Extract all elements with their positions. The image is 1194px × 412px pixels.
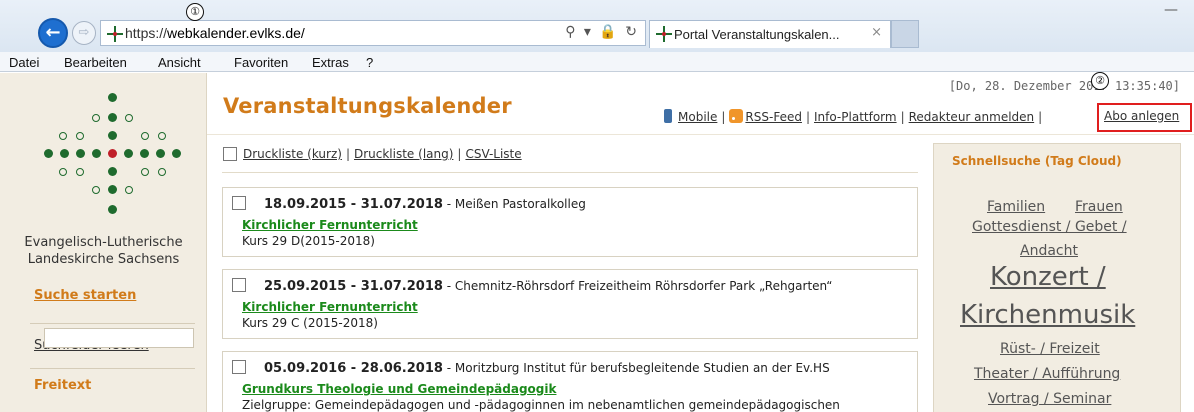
forward-arrow-icon: ⇨: [78, 25, 90, 40]
event-subtitle: Kurs 29 D(2015-2018): [242, 234, 375, 248]
org-name-line-2: Landeskirche Sachsens: [27, 252, 180, 267]
url-host: webkalender.evlks.de/: [167, 25, 305, 41]
info-platform-link[interactable]: Info-Plattform: [814, 110, 897, 124]
rss-feed-link[interactable]: RSS-Feed: [745, 110, 802, 124]
tag-cloud-title: Schnellsuche (Tag Cloud): [952, 154, 1122, 168]
org-name-line-1: Evangelisch-Lutherische: [24, 235, 183, 250]
back-button[interactable]: ←: [38, 18, 68, 48]
tag-cloud-panel: Schnellsuche (Tag Cloud) Familien Frauen…: [933, 143, 1181, 412]
event-checkbox[interactable]: [232, 360, 246, 374]
tag-theater[interactable]: Theater / Aufführung: [974, 366, 1120, 382]
tag-kirchenmusik[interactable]: Kirchenmusik: [960, 300, 1135, 330]
header-links: Mobile | RSS-Feed | Info-Plattform | Redakteur…: [664, 109, 1046, 124]
address-bar[interactable]: https://webkalender.evlks.de/ ⚲ ▾ 🔒 ↻: [100, 20, 646, 46]
tag-ruest-freizeit[interactable]: Rüst- / Freizeit: [1000, 341, 1100, 357]
page-title: Veranstaltungskalender: [223, 94, 512, 118]
back-arrow-icon: ←: [45, 22, 61, 43]
search-start-link[interactable]: Suche starten: [34, 288, 136, 303]
header-divider: [207, 134, 1194, 135]
tag-konzert[interactable]: Konzert /: [990, 262, 1106, 292]
event-dates: 05.09.2016 - 28.06.2018: [264, 361, 443, 376]
sidebar: Evangelisch-Lutherische Landeskirche Sac…: [0, 73, 207, 412]
menu-favoriten[interactable]: Favoriten: [234, 55, 288, 70]
close-icon[interactable]: ×: [871, 25, 882, 40]
content-divider: [222, 172, 918, 173]
csv-list-link[interactable]: CSV-Liste: [465, 147, 521, 161]
menu-extras[interactable]: Extras: [312, 55, 349, 70]
event-header: 05.09.2016 - 28.06.2018 - Moritzburg Ins…: [264, 361, 830, 376]
menu-datei[interactable]: Datei: [9, 55, 39, 70]
event-title-link[interactable]: Kirchlicher Fernunterricht: [242, 218, 418, 232]
print-short-link[interactable]: Druckliste (kurz): [243, 147, 342, 161]
menu-ansicht[interactable]: Ansicht: [158, 55, 201, 70]
event-location: - Meißen Pastoralkolleg: [442, 197, 586, 211]
url-text[interactable]: https://webkalender.evlks.de/: [125, 25, 305, 41]
event-header: 18.09.2015 - 31.07.2018 - Meißen Pastora…: [264, 197, 586, 212]
browser-nav-row: ← ⇨ https://webkalender.evlks.de/ ⚲ ▾ 🔒 …: [0, 0, 1194, 52]
editor-login-link[interactable]: Redakteur anmelden: [909, 110, 1035, 124]
callout-1: ①: [186, 3, 204, 21]
minimize-icon[interactable]: —: [1164, 2, 1178, 18]
event-title-link[interactable]: Kirchlicher Fernunterricht: [242, 300, 418, 314]
event-card: 05.09.2016 - 28.06.2018 - Moritzburg Ins…: [222, 351, 918, 412]
site-favicon-icon: [107, 26, 123, 42]
browser-menu-bar: Datei Bearbeiten Ansicht Favoriten Extra…: [0, 52, 1194, 72]
tag-gottesdienst[interactable]: Gottesdienst / Gebet /: [972, 219, 1127, 235]
tag-vortrag[interactable]: Vortrag / Seminar: [988, 391, 1111, 407]
event-subtitle: Kurs 29 C (2015-2018): [242, 316, 378, 330]
sidebar-divider: [30, 368, 195, 369]
mobile-phone-icon: [664, 109, 672, 123]
address-tools-icons[interactable]: ⚲ ▾ 🔒 ↻: [565, 24, 639, 40]
tag-andacht[interactable]: Andacht: [1020, 243, 1078, 259]
tab-portal[interactable]: Portal Veranstaltungskalen... ×: [649, 20, 891, 48]
mobile-link[interactable]: Mobile: [678, 110, 717, 124]
tab-title: Portal Veranstaltungskalen...: [674, 27, 840, 42]
event-dates: 18.09.2015 - 31.07.2018: [264, 197, 443, 212]
callout-2: ②: [1091, 72, 1109, 90]
select-all-checkbox[interactable]: [223, 147, 237, 161]
event-location: - Chemnitz-Röhrsdorf Freizeitheim Röhrsd…: [442, 279, 833, 293]
new-tab-button[interactable]: [891, 20, 919, 48]
church-cross-logo: [42, 87, 182, 227]
event-header: 25.09.2015 - 31.07.2018 - Chemnitz-Röhrs…: [264, 279, 833, 294]
menu-bearbeiten[interactable]: Bearbeiten: [64, 55, 127, 70]
browser-chrome: ← ⇨ https://webkalender.evlks.de/ ⚲ ▾ 🔒 …: [0, 0, 1194, 72]
event-checkbox[interactable]: [232, 278, 246, 292]
event-card: 25.09.2015 - 31.07.2018 - Chemnitz-Röhrs…: [222, 269, 918, 339]
forward-button[interactable]: ⇨: [72, 21, 96, 45]
tab-favicon-icon: [656, 26, 672, 42]
rss-icon: [729, 109, 744, 123]
event-card: 18.09.2015 - 31.07.2018 - Meißen Pastora…: [222, 187, 918, 257]
menu-help[interactable]: ?: [366, 55, 373, 70]
event-subtitle: Zielgruppe: Gemeindepädagogen und -pädag…: [242, 398, 840, 412]
timestamp: [Do, 28. Dezember 2017 13:35:40]: [948, 79, 1180, 93]
tag-familien[interactable]: Familien: [987, 199, 1045, 215]
url-scheme: https://: [125, 25, 168, 41]
freitext-label: Freitext: [34, 378, 92, 393]
subscribe-link[interactable]: Abo anlegen: [1104, 109, 1179, 123]
event-dates: 25.09.2015 - 31.07.2018: [264, 279, 443, 294]
export-links: Druckliste (kurz) | Druckliste (lang) | CSV-…: [243, 147, 522, 161]
event-location: - Moritzburg Institut für berufsbegleite…: [442, 361, 830, 375]
sidebar-divider: [30, 323, 195, 324]
tag-frauen[interactable]: Frauen: [1075, 199, 1123, 215]
event-title-link[interactable]: Grundkurs Theologie und Gemeindepädagogi…: [242, 382, 556, 396]
print-long-link[interactable]: Druckliste (lang): [354, 147, 453, 161]
event-checkbox[interactable]: [232, 196, 246, 210]
freitext-input[interactable]: [44, 328, 194, 348]
